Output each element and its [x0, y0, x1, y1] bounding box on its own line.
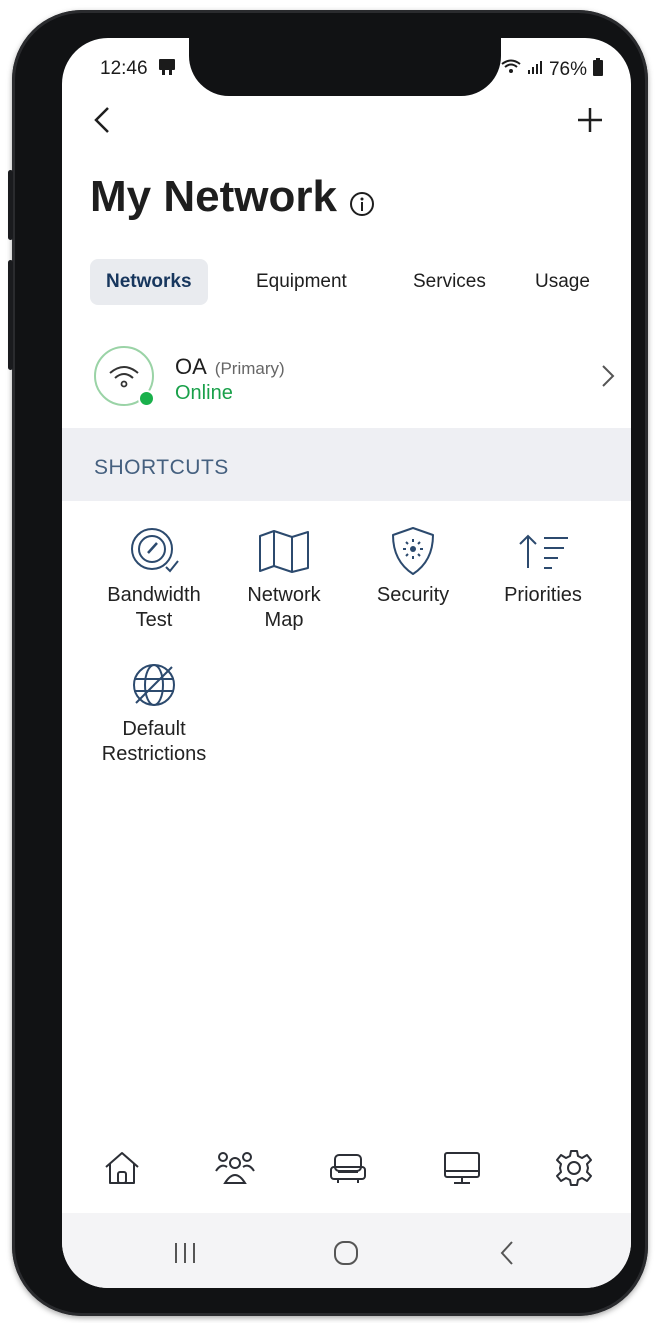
battery-text: 76% [548, 59, 587, 80]
shield-icon [348, 525, 478, 577]
shortcut-label-line: Priorities [504, 584, 582, 606]
signal-icon [527, 59, 543, 81]
phone-frame: 12:46 76% My Network Networks Equipment … [8, 10, 648, 1316]
network-row[interactable]: OA (Primary) Online [62, 326, 631, 429]
notification-icon [157, 58, 177, 82]
back-chevron-icon[interactable] [84, 102, 120, 138]
shortcut-label-line: Map [264, 609, 304, 631]
priorities-icon [478, 525, 608, 577]
system-nav-bar [62, 1213, 631, 1288]
camera-notch [189, 38, 501, 96]
tab-networks[interactable]: Networks [90, 259, 208, 305]
shortcut-label: Bandwidth Test [89, 583, 219, 633]
home-icon[interactable] [100, 1146, 144, 1190]
page-title: My Network [90, 166, 375, 228]
globe-restricted-icon [89, 659, 219, 711]
shortcut-bandwidth-test[interactable]: Bandwidth Test [89, 525, 219, 633]
side-button [8, 260, 13, 370]
shortcut-label-line: Test [135, 609, 173, 631]
shortcut-label: Default Restrictions [89, 717, 219, 767]
network-name-text: OA [175, 354, 207, 379]
bottom-nav [62, 1138, 631, 1208]
shortcut-label: Priorities [478, 583, 608, 608]
tab-equipment[interactable]: Equipment [256, 259, 347, 305]
shortcut-label-line: Restrictions [101, 743, 207, 765]
home-circle-icon[interactable] [326, 1233, 366, 1273]
shortcuts-title: SHORTCUTS [94, 456, 229, 479]
chevron-right-icon [601, 364, 615, 393]
shortcut-network-map[interactable]: Network Map [219, 525, 349, 633]
shortcut-label: Network Map [219, 583, 349, 633]
side-button [8, 170, 13, 240]
info-icon[interactable] [349, 178, 375, 228]
people-icon[interactable] [213, 1146, 257, 1190]
status-time: 12:46 [100, 58, 177, 82]
page-title-text: My Network [90, 172, 337, 221]
status-right: 76% [501, 58, 603, 82]
shortcut-label-line: Network [247, 584, 321, 606]
status-time-text: 12:46 [100, 58, 148, 79]
back-icon[interactable] [487, 1233, 527, 1273]
sofa-icon[interactable] [326, 1146, 370, 1190]
recents-icon[interactable] [165, 1233, 205, 1273]
shortcut-label-line: Security [376, 584, 450, 606]
map-icon [219, 525, 349, 577]
network-status: Online [175, 382, 233, 404]
monitor-icon[interactable] [440, 1146, 484, 1190]
shortcut-security[interactable]: Security [348, 525, 478, 608]
shortcut-default-restrictions[interactable]: Default Restrictions [89, 659, 219, 767]
shortcut-priorities[interactable]: Priorities [478, 525, 608, 608]
screen: 12:46 76% My Network Networks Equipment … [62, 38, 631, 1288]
shortcuts-header: SHORTCUTS [62, 428, 631, 501]
wifi-status-icon [501, 59, 521, 81]
speedometer-icon [89, 525, 219, 577]
online-status-dot [138, 390, 155, 407]
shortcut-label-line: Bandwidth [107, 584, 201, 606]
shortcut-label-line: Default [122, 718, 186, 740]
plus-icon[interactable] [572, 102, 608, 138]
tab-bar: Networks Equipment Services Usage [90, 259, 631, 305]
shortcut-label: Security [348, 583, 478, 608]
network-role: (Primary) [214, 359, 285, 378]
tab-services[interactable]: Services [413, 259, 486, 305]
gear-icon[interactable] [552, 1146, 596, 1190]
battery-icon [593, 58, 603, 82]
tab-usage[interactable]: Usage [535, 259, 590, 305]
network-name: OA (Primary) [175, 354, 285, 380]
